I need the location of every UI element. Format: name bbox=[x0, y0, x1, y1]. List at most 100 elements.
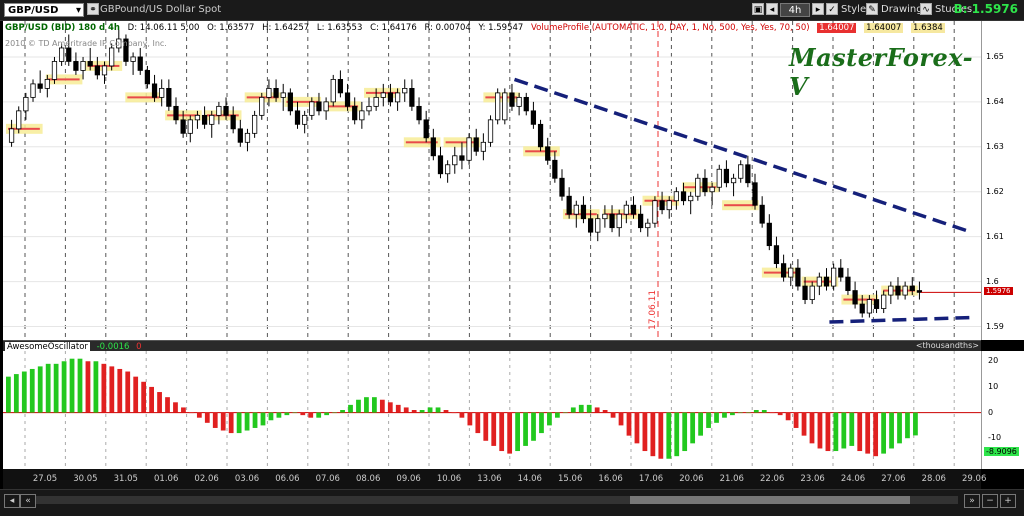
date-axis[interactable]: 27.05 30.05 31.05 01.06 02.06 03.06 06.06 07.06… bbox=[3, 469, 986, 489]
candle-body bbox=[473, 137, 479, 152]
candle-body bbox=[516, 96, 522, 107]
oscillator-bar bbox=[379, 399, 385, 413]
oscillator-units: <thousandths> bbox=[915, 341, 979, 350]
candle-body bbox=[416, 105, 422, 121]
date-tick-label: 02.06 bbox=[194, 474, 219, 484]
candle-body bbox=[287, 92, 293, 112]
candle-body bbox=[916, 290, 923, 293]
oscillator-bar bbox=[777, 412, 783, 416]
oscillator-bar bbox=[427, 407, 433, 413]
candle-body bbox=[337, 79, 344, 94]
candle-body bbox=[166, 87, 172, 107]
oscillator-bar bbox=[189, 412, 194, 414]
oscillator-bar bbox=[857, 412, 863, 452]
candle-body bbox=[530, 110, 537, 125]
oscillator-bar bbox=[897, 412, 902, 444]
info-low: L: 1.63553 bbox=[316, 23, 363, 33]
candle-body bbox=[73, 61, 79, 71]
style-icon[interactable]: ✓ bbox=[826, 3, 838, 15]
candle-body bbox=[194, 114, 201, 121]
next-timeframe-icon[interactable]: ▸ bbox=[812, 3, 824, 15]
candle-body bbox=[709, 186, 715, 193]
trendline-lower-support bbox=[829, 315, 972, 324]
candle-body bbox=[580, 204, 587, 220]
link-icon[interactable]: ⚭ bbox=[87, 3, 99, 15]
candle-body bbox=[666, 200, 672, 211]
oscillator-bar bbox=[308, 412, 314, 418]
oscillator-bar bbox=[475, 412, 481, 434]
oscillator-bar bbox=[507, 412, 513, 454]
candle-body bbox=[201, 114, 208, 125]
drawings-icon[interactable]: ✎ bbox=[866, 3, 878, 15]
scroll-thumb[interactable] bbox=[630, 496, 910, 504]
oscillator-bar bbox=[196, 412, 202, 418]
oscillator-bar bbox=[276, 412, 282, 418]
style-button[interactable]: Style bbox=[841, 3, 866, 17]
oscillator-bar bbox=[45, 363, 51, 413]
candle-body bbox=[394, 92, 401, 103]
oscillator-bar bbox=[578, 404, 584, 413]
candle-body bbox=[216, 105, 222, 116]
oscillator-bar bbox=[618, 412, 624, 426]
chevron-down-icon[interactable]: ▾ bbox=[76, 4, 81, 18]
zoom-out-icon[interactable]: − bbox=[982, 494, 998, 508]
oscillator-bar bbox=[570, 407, 576, 413]
oscillator-bar bbox=[133, 376, 139, 413]
scroll-start-icon[interactable]: « bbox=[20, 494, 36, 508]
candle-body bbox=[502, 92, 508, 121]
oscillator-bar bbox=[348, 404, 353, 413]
scroll-end-icon[interactable]: » bbox=[964, 494, 980, 508]
oscillator-bar bbox=[905, 412, 910, 439]
candle-body bbox=[66, 47, 72, 62]
candle-body bbox=[587, 218, 594, 233]
oscillator-bar bbox=[244, 412, 250, 431]
oscillator-bar bbox=[881, 412, 886, 454]
oscillator-axis[interactable]: 20 10 0 -10 -8.9096 bbox=[981, 351, 1024, 469]
oscillator-bar bbox=[562, 412, 568, 414]
studies-icon[interactable]: ∿ bbox=[920, 3, 932, 15]
timeframe-selector[interactable]: 4h bbox=[780, 3, 810, 17]
oscillator-bar bbox=[435, 407, 441, 413]
info-y: Y: 1.59547 bbox=[478, 23, 524, 33]
candle-body bbox=[630, 204, 637, 215]
candle-body bbox=[330, 79, 336, 103]
candle-body bbox=[695, 177, 701, 197]
candle-body bbox=[788, 267, 794, 278]
candle-body bbox=[509, 92, 515, 107]
oscillator-bar bbox=[165, 397, 170, 413]
symbol-selector[interactable]: GBP/USD ▾ bbox=[4, 3, 84, 17]
scroll-left-icon[interactable]: ◂ bbox=[4, 494, 20, 508]
candle-body bbox=[673, 191, 679, 202]
candle-body bbox=[294, 110, 301, 125]
oscillator-bar bbox=[841, 412, 847, 449]
zoom-in-icon[interactable]: + bbox=[1000, 494, 1016, 508]
candle-body bbox=[888, 285, 894, 296]
oscillator-bar bbox=[228, 412, 234, 434]
date-marker-label: 17.06.11 bbox=[648, 290, 658, 330]
oscillator-pane[interactable] bbox=[3, 351, 981, 469]
oscillator-bar bbox=[292, 412, 298, 414]
oscillator-bar bbox=[324, 412, 330, 416]
detach-icon[interactable]: ▣ bbox=[752, 3, 764, 15]
oscillator-bar bbox=[117, 368, 123, 413]
prev-timeframe-icon[interactable]: ◂ bbox=[766, 3, 778, 15]
oscillator-bar bbox=[451, 412, 457, 414]
candle-body bbox=[180, 119, 186, 134]
candle-body bbox=[259, 96, 265, 116]
vp-value-3: 1.6384 bbox=[911, 23, 945, 33]
oscillator-bar bbox=[594, 407, 600, 413]
candle-body bbox=[466, 137, 472, 161]
price-axis[interactable]: 1.65 1.64 1.63 1.62 1.61 1.6 1.59 1.5976 bbox=[981, 21, 1024, 340]
oscillator-bar bbox=[372, 397, 377, 413]
candle-body bbox=[602, 213, 608, 220]
oscillator-bar bbox=[181, 407, 186, 413]
candle-body bbox=[552, 159, 558, 179]
price-chart-pane[interactable]: 17.06.11 GBP/USD (BID) 180 d 4h D: 14.06… bbox=[3, 21, 981, 340]
chart-info-line: GBP/USD (BID) 180 d 4h D: 14.06.11 5:00 … bbox=[5, 23, 950, 33]
oscillator-bar bbox=[157, 392, 162, 413]
candle-body bbox=[252, 114, 258, 134]
date-tick-label: 01.06 bbox=[154, 474, 179, 484]
oscillator-bar bbox=[738, 412, 743, 414]
candle-body bbox=[80, 61, 86, 71]
oscillator-bar bbox=[714, 412, 719, 423]
